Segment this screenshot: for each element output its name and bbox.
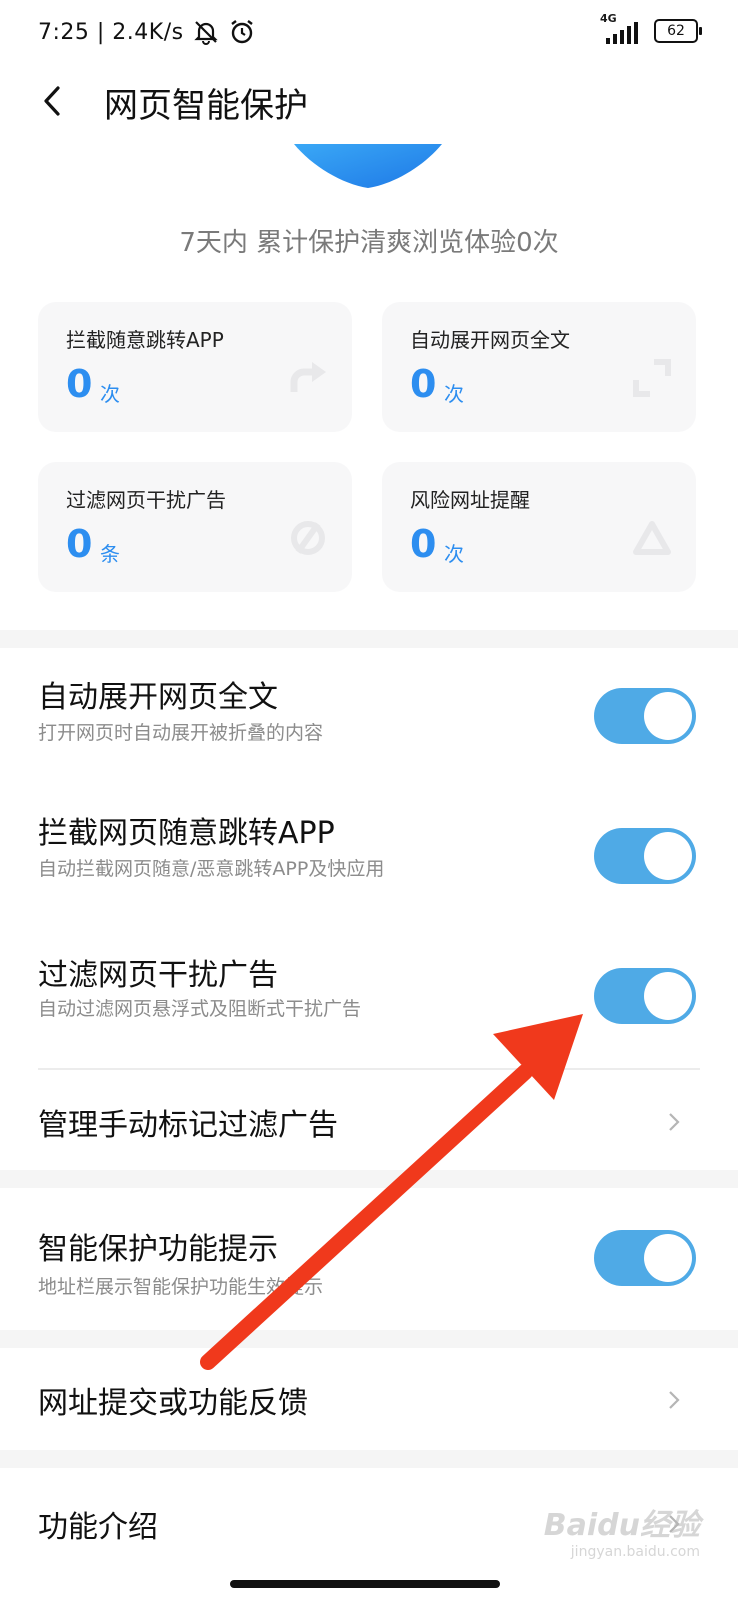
- status-left: 7:25 | 2.4K/s: [38, 18, 256, 46]
- setting-row-manage-ads[interactable]: 管理手动标记过滤广告: [0, 1070, 738, 1170]
- setting-title: 过滤网页干扰广告: [38, 958, 278, 993]
- filter-ads-toggle[interactable]: [594, 968, 696, 1024]
- chevron-right-icon: [668, 1390, 680, 1410]
- stat-label: 自动展开网页全文: [410, 328, 570, 352]
- home-indicator[interactable]: [230, 1580, 500, 1588]
- setting-subtitle: 地址栏展示智能保护功能生效提示: [38, 1276, 324, 1298]
- hint-toggle[interactable]: [594, 1230, 696, 1286]
- setting-row-filter-ads[interactable]: 过滤网页干扰广告 自动过滤网页悬浮式及阻断式干扰广告: [0, 924, 738, 1068]
- setting-title: 拦截网页随意跳转APP: [38, 816, 335, 851]
- section-divider: [0, 1450, 738, 1468]
- setting-subtitle: 自动过滤网页悬浮式及阻断式干扰广告: [38, 998, 362, 1020]
- setting-subtitle: 打开网页时自动展开被折叠的内容: [38, 722, 324, 744]
- warning-triangle-icon: [632, 518, 672, 558]
- setting-row-expand[interactable]: 自动展开网页全文 打开网页时自动展开被折叠的内容: [0, 648, 738, 784]
- back-chevron-icon[interactable]: [38, 84, 68, 118]
- stat-value: 0: [66, 362, 93, 406]
- stat-card-ads: 过滤网页干扰广告 0 条: [38, 462, 352, 592]
- stat-label: 风险网址提醒: [410, 488, 530, 512]
- status-time-speed: 7:25 | 2.4K/s: [38, 19, 184, 45]
- stat-card-risk: 风险网址提醒 0 次: [382, 462, 696, 592]
- setting-title: 智能保护功能提示: [38, 1232, 278, 1267]
- block-redirect-toggle[interactable]: [594, 828, 696, 884]
- block-circle-icon: [288, 518, 328, 558]
- status-bar: 7:25 | 2.4K/s 4G 62: [0, 0, 738, 66]
- chevron-right-icon: [668, 1112, 680, 1132]
- protection-summary: 7天内 累计保护清爽浏览体验0次: [179, 228, 559, 258]
- stat-unit: 次: [444, 382, 464, 406]
- stat-unit: 次: [100, 382, 120, 406]
- stat-value: 0: [410, 362, 437, 406]
- battery-icon: 62: [654, 19, 702, 43]
- signal-icon: 4G: [598, 12, 644, 44]
- setting-row-feedback[interactable]: 网址提交或功能反馈: [0, 1348, 738, 1450]
- setting-title: 管理手动标记过滤广告: [38, 1108, 338, 1143]
- page-title: 网页智能保护: [104, 86, 308, 126]
- section-divider: [0, 630, 738, 648]
- shield-graphic: [294, 144, 442, 190]
- section-divider: [0, 1330, 738, 1348]
- redirect-arrow-icon: [288, 358, 328, 398]
- stat-label: 拦截随意跳转APP: [66, 328, 224, 352]
- expand-corners-icon: [632, 358, 672, 398]
- stat-label: 过滤网页干扰广告: [66, 488, 226, 512]
- setting-title: 功能介绍: [38, 1510, 158, 1545]
- stat-card-redirect: 拦截随意跳转APP 0 次: [38, 302, 352, 432]
- section-divider: [0, 1170, 738, 1188]
- stat-value: 0: [66, 522, 93, 566]
- stat-unit: 次: [444, 542, 464, 566]
- setting-title: 网址提交或功能反馈: [38, 1386, 308, 1421]
- setting-row-hint[interactable]: 智能保护功能提示 地址栏展示智能保护功能生效提示: [0, 1188, 738, 1330]
- stat-value: 0: [410, 522, 437, 566]
- alarm-clock-icon: [228, 18, 256, 46]
- header: 网页智能保护: [0, 66, 738, 136]
- watermark-sub: jingyan.baidu.com: [570, 1544, 700, 1560]
- bell-off-icon: [192, 18, 220, 46]
- stat-unit: 条: [100, 542, 120, 566]
- stat-card-expand: 自动展开网页全文 0 次: [382, 302, 696, 432]
- setting-title: 自动展开网页全文: [38, 680, 278, 715]
- setting-subtitle: 自动拦截网页随意/恶意跳转APP及快应用: [38, 858, 385, 880]
- expand-toggle[interactable]: [594, 688, 696, 744]
- watermark: Baidu经验 jingyan.baidu.com: [544, 1500, 700, 1560]
- watermark-main: Baidu经验: [543, 1508, 700, 1543]
- status-right: 4G 62: [598, 12, 702, 44]
- setting-row-block-redirect[interactable]: 拦截网页随意跳转APP 自动拦截网页随意/恶意跳转APP及快应用: [0, 784, 738, 924]
